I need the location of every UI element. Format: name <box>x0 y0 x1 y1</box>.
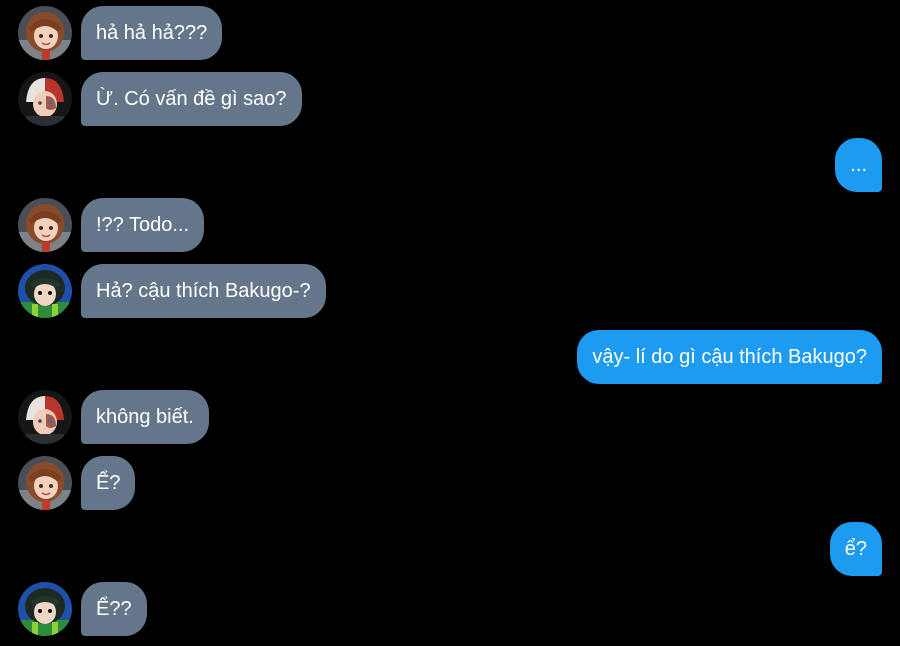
todoroki-avatar[interactable] <box>18 390 72 444</box>
tsuyu-avatar[interactable] <box>18 582 72 636</box>
uraraka-avatar[interactable] <box>18 6 72 60</box>
message-row: Hả? cậu thích Bakugo-? <box>0 264 900 318</box>
received-message-bubble: Ể?? <box>81 582 147 636</box>
sent-message-bubble: ... <box>835 138 882 192</box>
received-message-bubble: không biết. <box>81 390 209 444</box>
message-row: vậy- lí do gì cậu thích Bakugo? <box>0 330 900 384</box>
message-row: ... <box>0 138 900 192</box>
received-message-bubble: Ể? <box>81 456 136 510</box>
message-row: !?? Todo... <box>0 198 900 252</box>
todoroki-avatar[interactable] <box>18 72 72 126</box>
received-message-bubble: !?? Todo... <box>81 198 205 252</box>
message-row: Ể?? <box>0 582 900 636</box>
uraraka-avatar[interactable] <box>18 198 72 252</box>
sent-message-bubble: ể? <box>829 522 882 576</box>
sent-message-bubble: vậy- lí do gì cậu thích Bakugo? <box>577 330 882 384</box>
received-message-bubble: Ừ. Có vấn đề gì sao? <box>81 72 302 126</box>
tsuyu-avatar[interactable] <box>18 264 72 318</box>
message-row: hả hả hả??? <box>0 6 900 60</box>
message-row: Ừ. Có vấn đề gì sao? <box>0 72 900 126</box>
chat-thread: hả hả hả??? Ừ. Có vấn đề gì sao? ... !??… <box>0 0 900 646</box>
message-row: Ể? <box>0 456 900 510</box>
uraraka-avatar[interactable] <box>18 456 72 510</box>
message-row: ể? <box>0 522 900 576</box>
received-message-bubble: hả hả hả??? <box>81 6 223 60</box>
message-row: không biết. <box>0 390 900 444</box>
received-message-bubble: Hả? cậu thích Bakugo-? <box>81 264 326 318</box>
